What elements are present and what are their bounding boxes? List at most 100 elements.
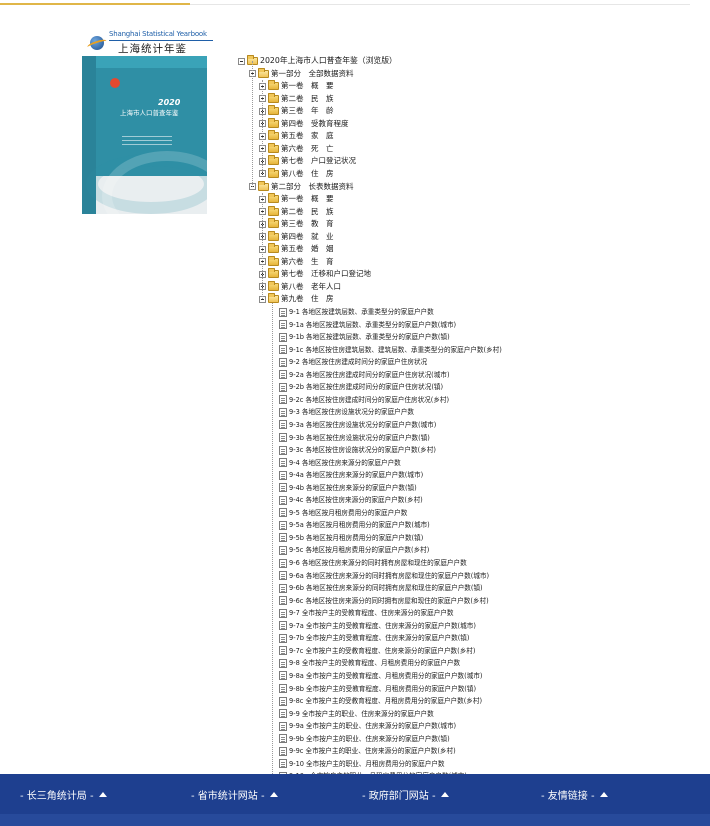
footer-link-yrd-stats[interactable]: - 长三角统计局 - bbox=[20, 787, 107, 802]
tree-table-link[interactable]: 9-3a 各地区按住房设施状况分的家庭户户数(城市) bbox=[277, 419, 436, 431]
document-icon bbox=[279, 759, 287, 769]
tree-node-label: 第九卷 住 房 bbox=[281, 294, 334, 304]
tree-volume[interactable]: 第二卷 民 族 bbox=[259, 205, 334, 218]
tree-table-link[interactable]: 9-7 全市按户主的受教育程度、住房来源分的家庭户户数 bbox=[277, 607, 454, 619]
tree-table-link[interactable]: 9-4a 各地区按住房来源分的家庭户户数(城市) bbox=[277, 469, 423, 481]
tree-volume[interactable]: 第八卷 老年人口 bbox=[259, 280, 341, 293]
tree-table-link[interactable]: 9-1a 各地区按建筑层数、承重类型分的家庭户户数(城市) bbox=[277, 319, 456, 331]
collapse-icon[interactable] bbox=[238, 57, 245, 65]
tree-table-link[interactable]: 9-9a 全市按户主的职业、住房来源分的家庭户户数(城市) bbox=[277, 720, 456, 732]
tree-table-link[interactable]: 9-7c 全市按户主的受教育程度、住房来源分的家庭户户数(乡村) bbox=[277, 645, 475, 657]
tree-node-label: 第一部分 全部数据资料 bbox=[271, 68, 354, 78]
tree-volume[interactable]: 第五卷 婚 姻 bbox=[259, 243, 334, 255]
folder-icon bbox=[268, 205, 279, 216]
tree-node-label: 9-9 全市按户主的职业、住房来源分的家庭户户数 bbox=[289, 709, 434, 718]
tree-node-label: 第五卷 家 庭 bbox=[281, 131, 334, 141]
tree-volume[interactable]: 第六卷 死 亡 bbox=[259, 142, 334, 155]
tree-table-link[interactable]: 9-9c 全市按户主的职业、住房来源分的家庭户户数(乡村) bbox=[277, 745, 456, 757]
tree-volume[interactable]: 第九卷 住 房 bbox=[259, 293, 334, 305]
tree-node-label: 9-7c 全市按户主的受教育程度、住房来源分的家庭户户数(乡村) bbox=[289, 646, 476, 655]
tree-table-link[interactable]: 9-1c 各地区按住房建筑层数、建筑层数、承重类型分的家庭户户数(乡村) bbox=[277, 344, 502, 356]
tree-table-link[interactable]: 9-10 全市按户主的职业、月租房费用分的家庭户户数 bbox=[277, 758, 445, 770]
tree-node-label: 第五卷 婚 姻 bbox=[281, 244, 334, 254]
folder-icon bbox=[268, 193, 279, 204]
tree-volume[interactable]: 第三卷 教 育 bbox=[259, 218, 334, 230]
tree-table-link[interactable]: 9-3c 各地区按住房设施状况分的家庭户户数(乡村) bbox=[277, 444, 436, 456]
tree-node-label: 9-3 各地区按住房设施状况分的家庭户户数 bbox=[289, 408, 414, 417]
tree-table-link[interactable]: 9-8a 全市按户主的受教育程度、月租房费用分的家庭户户数(城市) bbox=[277, 670, 483, 682]
tree-node-label: 9-4 各地区按住房来源分的家庭户户数 bbox=[289, 458, 401, 467]
tree-table-link[interactable]: 9-4c 各地区按住房来源分的家庭户户数(乡村) bbox=[277, 494, 423, 506]
tree-volume[interactable]: 第二卷 民 族 bbox=[259, 92, 334, 105]
tree-node-label: 第二部分 长表数据资料 bbox=[271, 181, 354, 191]
tree-node-label: 第一卷 概 要 bbox=[281, 81, 334, 91]
footer-link-government[interactable]: - 政府部门网站 - bbox=[362, 787, 449, 802]
tree-table-link[interactable]: 9-6b 各地区按住房来源分的同时拥有房屋和现住的家庭户户数(镇) bbox=[277, 582, 483, 594]
document-icon bbox=[279, 345, 287, 355]
tree-table-link[interactable]: 9-7b 全市按户主的受教育程度、住房来源分的家庭户户数(镇) bbox=[277, 632, 469, 644]
document-icon bbox=[279, 307, 287, 317]
tree-table-link[interactable]: 9-8c 全市按户主的受教育程度、月租房费用分的家庭户户数(乡村) bbox=[277, 695, 482, 707]
tree-table-link[interactable]: 9-7a 全市按户主的受教育程度、住房来源分的家庭户户数(城市) bbox=[277, 620, 476, 632]
tree-node-label: 9-6a 各地区按住房来源分的同时拥有房屋和现住的家庭户户数(城市) bbox=[289, 571, 490, 580]
tree-volume[interactable]: 第七卷 迁移和户口登记地 bbox=[259, 268, 371, 280]
tree-table-link[interactable]: 9-2c 各地区按住房建成时间分的家庭户住房状况(乡村) bbox=[277, 394, 449, 406]
tree-node-label: 9-3b 各地区按住房设施状况分的家庭户户数(镇) bbox=[289, 433, 430, 442]
tree-volume[interactable]: 第四卷 就 业 bbox=[259, 230, 334, 243]
tree-volume[interactable]: 第四卷 受教育程度 bbox=[259, 117, 349, 130]
tree-table-link[interactable]: 9-4 各地区按住房来源分的家庭户户数 bbox=[277, 457, 401, 469]
tree-part-1[interactable]: 第一部分 全部数据资料 bbox=[249, 67, 354, 80]
tree-table-link[interactable]: 9-6a 各地区按住房来源分的同时拥有房屋和现住的家庭户户数(城市) bbox=[277, 570, 489, 582]
footer-link-provincial-stats[interactable]: - 省市统计网站 - bbox=[191, 787, 278, 802]
tree-volume[interactable]: 第三卷 年 龄 bbox=[259, 105, 334, 117]
tree-table-link[interactable]: 9-2a 各地区按住房建成时间分的家庭户住房状况(城市) bbox=[277, 369, 450, 381]
document-icon bbox=[279, 746, 287, 756]
tree-node-label: 9-5a 各地区按月租房费用分的家庭户户数(城市) bbox=[289, 521, 430, 530]
tree-root[interactable]: 2020年上海市人口普查年鉴（浏览版） bbox=[238, 55, 397, 67]
tree-node-label: 9-4c 各地区按住房来源分的家庭户户数(乡村) bbox=[289, 496, 423, 505]
tree-volume[interactable]: 第六卷 生 育 bbox=[259, 255, 334, 268]
tree-table-link[interactable]: 9-2b 各地区按住房建成时间分的家庭户住房状况(镇) bbox=[277, 381, 443, 393]
tree-table-link[interactable]: 9-1 各地区按建筑层数、承重类型分的家庭户户数 bbox=[277, 306, 434, 318]
tree-table-link[interactable]: 9-4b 各地区按住房来源分的家庭户户数(镇) bbox=[277, 482, 417, 494]
tree-table-link[interactable]: 9-5c 各地区按月租房费用分的家庭户户数(乡村) bbox=[277, 544, 429, 556]
tree-volume[interactable]: 第八卷 住 房 bbox=[259, 167, 334, 180]
document-icon bbox=[279, 433, 287, 442]
document-icon bbox=[279, 508, 287, 518]
tree-table-link[interactable]: 9-2 各地区按住房建成时间分的家庭户住房状况 bbox=[277, 356, 427, 368]
tree-volume[interactable]: 第一卷 概 要 bbox=[259, 80, 334, 92]
tree-table-link[interactable]: 9-9 全市按户主的职业、住房来源分的家庭户户数 bbox=[277, 708, 434, 720]
tree-table-link[interactable]: 9-3b 各地区按住房设施状况分的家庭户户数(镇) bbox=[277, 432, 430, 444]
tree-table-link[interactable]: 9-3 各地区按住房设施状况分的家庭户户数 bbox=[277, 406, 414, 418]
document-icon bbox=[279, 395, 287, 405]
tree-volume[interactable]: 第一卷 概 要 bbox=[259, 193, 334, 205]
caret-up-icon bbox=[98, 791, 107, 797]
tree-table-link[interactable]: 9-9b 全市按户主的职业、住房来源分的家庭户户数(镇) bbox=[277, 733, 450, 745]
yearbook-cover-image[interactable]: 2020 上海市人口普查年鉴 bbox=[82, 56, 207, 214]
tree-node-label: 9-7 全市按户主的受教育程度、住房来源分的家庭户户数 bbox=[289, 609, 454, 618]
tree-node-label: 9-2c 各地区按住房建成时间分的家庭户住房状况(乡村) bbox=[289, 395, 450, 404]
tree-connector bbox=[262, 192, 263, 300]
document-icon bbox=[279, 382, 287, 392]
tree-table-link[interactable]: 9-6c 各地区按住房来源分的同时拥有房屋和现住的家庭户户数(乡村) bbox=[277, 595, 489, 607]
tree-part-2[interactable]: 第二部分 长表数据资料 bbox=[249, 180, 354, 193]
tree-table-link[interactable]: 9-1b 各地区按建筑层数、承重类型分的家庭户户数(镇) bbox=[277, 331, 450, 343]
tree-table-link[interactable]: 9-8 全市按户主的受教育程度、月租房费用分的家庭户户数 bbox=[277, 657, 460, 669]
tree-table-link[interactable]: 9-6 各地区按住房来源分的同时拥有房屋和现住的家庭户户数 bbox=[277, 557, 467, 569]
cover-title: 上海市人口普查年鉴 bbox=[120, 109, 179, 117]
tree-volume[interactable]: 第七卷 户口登记状况 bbox=[259, 155, 356, 167]
caret-up-icon bbox=[440, 791, 449, 797]
tree-node-label: 9-3a 各地区按住房设施状况分的家庭户户数(城市) bbox=[289, 420, 437, 429]
folder-icon bbox=[268, 130, 279, 141]
tree-table-link[interactable]: 9-5a 各地区按月租房费用分的家庭户户数(城市) bbox=[277, 519, 430, 531]
tree-table-link[interactable]: 9-5b 各地区按月租房费用分的家庭户户数(镇) bbox=[277, 532, 423, 544]
tree-table-link[interactable]: 9-5 各地区按月租房费用分的家庭户户数 bbox=[277, 507, 407, 519]
tree-table-link[interactable]: 9-8b 全市按户主的受教育程度、月租房费用分的家庭户户数(镇) bbox=[277, 683, 476, 695]
tree-node-label: 9-5b 各地区按月租房费用分的家庭户户数(镇) bbox=[289, 533, 424, 542]
folder-icon bbox=[268, 167, 279, 178]
tree-node-label: 9-9a 全市按户主的职业、住房来源分的家庭户户数(城市) bbox=[289, 722, 457, 731]
tree-volume[interactable]: 第五卷 家 庭 bbox=[259, 130, 334, 142]
document-icon bbox=[279, 658, 287, 668]
footer-link-friends[interactable]: - 友情链接 - bbox=[541, 787, 608, 802]
tree-node-label: 第二卷 民 族 bbox=[281, 206, 334, 216]
